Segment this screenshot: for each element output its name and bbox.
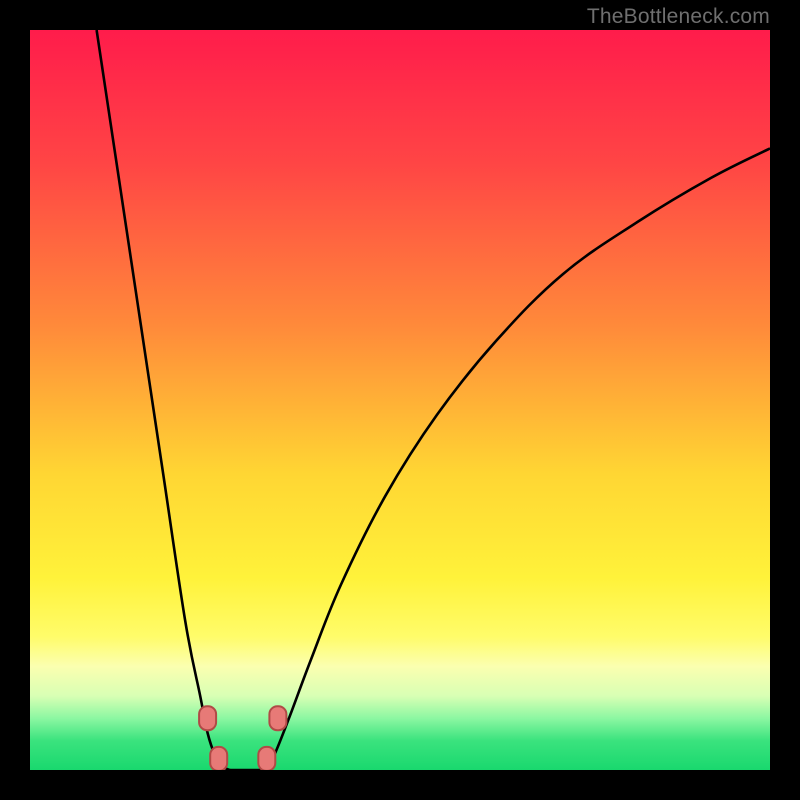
sweet-spot-marker: [199, 706, 216, 730]
bottleneck-curve: [30, 30, 770, 770]
curve-left-branch: [97, 30, 230, 770]
chart-frame: TheBottleneck.com: [0, 0, 800, 800]
sweet-spot-marker: [210, 747, 227, 770]
sweet-spot-markers: [199, 706, 286, 770]
sweet-spot-marker: [269, 706, 286, 730]
sweet-spot-marker: [258, 747, 275, 770]
curve-right-branch: [259, 148, 770, 770]
plot-area: [30, 30, 770, 770]
watermark-text: TheBottleneck.com: [587, 5, 770, 29]
